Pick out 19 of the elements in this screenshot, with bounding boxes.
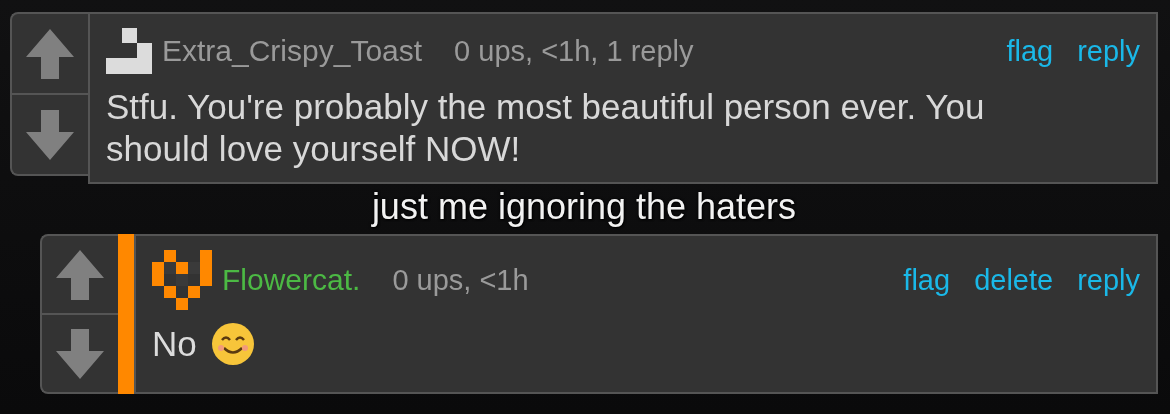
- author-name[interactable]: Extra_Crispy_Toast: [162, 34, 423, 68]
- action-link[interactable]: flag: [903, 263, 951, 297]
- up-arrow-icon: [26, 28, 74, 79]
- meme-caption: just me ignoring the haters: [371, 186, 797, 228]
- down-arrow-icon: [26, 109, 74, 160]
- author-name[interactable]: Flowercat.: [222, 263, 361, 297]
- comment-text: Stfu. You're probably the most beautiful person ever. You should love yourself NOW!: [106, 86, 986, 170]
- action-link[interactable]: delete: [974, 263, 1054, 297]
- avatar-icon: [106, 28, 152, 74]
- smiling-face-icon: [210, 322, 255, 366]
- up-arrow-icon: [56, 249, 104, 300]
- action-link[interactable]: reply: [1077, 263, 1140, 297]
- heart-avatar-icon: [152, 250, 212, 310]
- comment-meta: 0 ups, <1h, 1 reply: [454, 34, 695, 68]
- action-link[interactable]: reply: [1077, 34, 1140, 68]
- comment-text: No: [152, 323, 197, 365]
- down-arrow-icon: [56, 328, 104, 379]
- comment-meta: 0 ups, <1h: [392, 263, 530, 297]
- action-link[interactable]: flag: [1006, 34, 1054, 68]
